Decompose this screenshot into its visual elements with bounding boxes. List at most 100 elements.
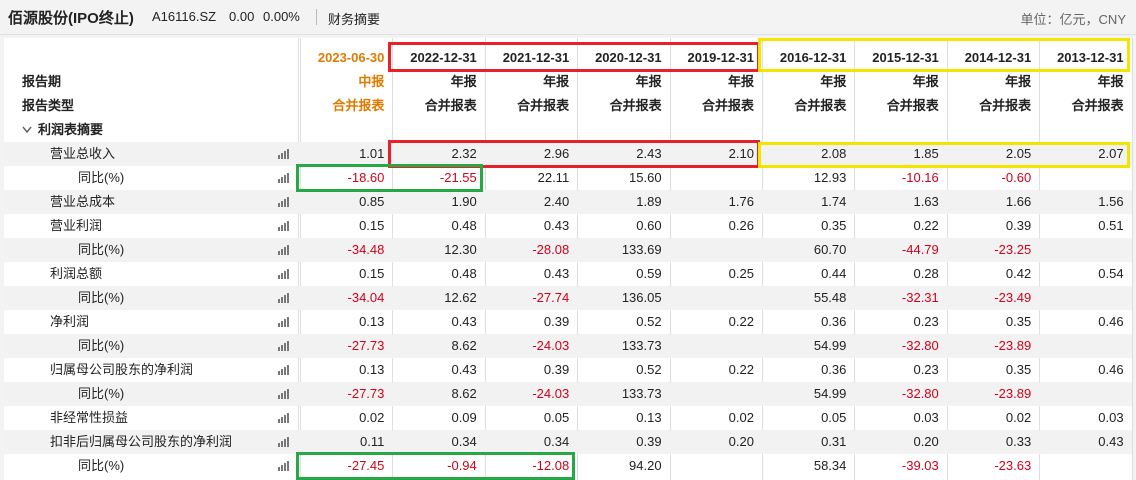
row-label: 非经常性损益 bbox=[50, 410, 129, 425]
table-cell: -23.49 bbox=[994, 290, 1032, 305]
table-row: 同比(%) -27.73 8.62 -24.03 133.73 54.99 -32.80 -2… bbox=[4, 382, 1132, 406]
table-cell: -27.73 bbox=[347, 386, 385, 401]
table-cell bbox=[1039, 382, 1131, 406]
table-cell: 0.35 bbox=[1005, 362, 1032, 377]
table-cell: 0.52 bbox=[636, 362, 662, 377]
header-cell-period: 中报 bbox=[358, 74, 385, 89]
header-cell-date[interactable]: 2014-12-31 bbox=[947, 46, 1039, 70]
table-cell: 1.76 bbox=[728, 194, 754, 209]
table-cell: 0.35 bbox=[1005, 314, 1032, 329]
divider bbox=[316, 9, 317, 25]
table-cell: 0.43 bbox=[543, 218, 570, 233]
header-cell-date[interactable]: 2020-12-31 bbox=[577, 46, 669, 70]
table-row: 营业利润 0.15 0.48 0.43 0.60 0.26 0.35 0.22 0.39 0.51 bbox=[4, 214, 1132, 238]
table-cell: -12.08 bbox=[532, 458, 570, 473]
section-row-income-statement[interactable]: 利润表摘要 bbox=[4, 118, 1132, 142]
table-cell bbox=[670, 238, 762, 262]
unit-label: 单位：亿元，CNY bbox=[1020, 12, 1126, 27]
bar-chart-icon[interactable] bbox=[278, 341, 290, 351]
table-cell: 0.15 bbox=[359, 218, 385, 233]
financial-summary-panel: 2023-06-30 2022-12-31 2021-12-31 2020-12-31… bbox=[4, 38, 1133, 480]
header-cell-period: 年报 bbox=[1097, 74, 1124, 89]
row-label: 同比(%) bbox=[78, 170, 125, 185]
stock-change-pct: 0.00% bbox=[263, 9, 300, 24]
table-cell: 0.20 bbox=[728, 434, 754, 449]
row-label: 利润总额 bbox=[50, 266, 103, 281]
table-cell: -10.16 bbox=[901, 170, 939, 185]
table-cell bbox=[670, 382, 762, 406]
bar-chart-icon[interactable] bbox=[278, 245, 290, 255]
table-row: 营业总成本 0.85 1.90 2.40 1.89 1.76 1.74 1.63 1.66 1.5… bbox=[4, 190, 1132, 214]
table-cell: 0.39 bbox=[543, 314, 570, 329]
table-cell: 12.62 bbox=[444, 290, 477, 305]
table-cell: -21.55 bbox=[439, 170, 477, 185]
row-label: 净利润 bbox=[50, 314, 90, 329]
bar-chart-icon[interactable] bbox=[278, 197, 290, 207]
header-cell-period: 年报 bbox=[635, 74, 662, 89]
header-label-type: 报告类型 bbox=[22, 98, 75, 113]
bar-chart-icon[interactable] bbox=[278, 437, 290, 447]
table-cell: 0.44 bbox=[821, 266, 847, 281]
table-cell bbox=[1039, 166, 1131, 190]
chevron-down-icon[interactable] bbox=[22, 118, 32, 142]
header-cell-period: 年报 bbox=[912, 74, 939, 89]
table-cell: 0.43 bbox=[451, 314, 477, 329]
table-cell: 0.39 bbox=[1005, 218, 1032, 233]
table-cell: 0.11 bbox=[360, 434, 385, 449]
table-cell: 0.02 bbox=[359, 410, 385, 425]
header-cell-type: 合并报表 bbox=[1071, 98, 1124, 113]
bar-chart-icon[interactable] bbox=[278, 317, 290, 327]
section-label: 利润表摘要 bbox=[38, 122, 104, 137]
header-cell-date[interactable]: 2021-12-31 bbox=[485, 46, 577, 70]
table-cell: 0.60 bbox=[636, 218, 662, 233]
header-cell-period: 年报 bbox=[820, 74, 847, 89]
table-row: 同比(%) -18.60 -21.55 22.11 15.60 12.93 -10.16 -0… bbox=[4, 166, 1132, 190]
table-cell: 2.10 bbox=[728, 146, 754, 161]
table-cell: 1.66 bbox=[1005, 194, 1032, 209]
row-label: 同比(%) bbox=[78, 386, 125, 401]
table-row: 净利润 0.13 0.43 0.39 0.52 0.22 0.36 0.23 0.35 0.46 bbox=[4, 310, 1132, 334]
table-cell: 2.40 bbox=[543, 194, 570, 209]
table-cell bbox=[670, 334, 762, 358]
table-cell: -23.89 bbox=[994, 338, 1032, 353]
table-cell: 2.32 bbox=[451, 146, 477, 161]
header-cell-date[interactable]: 2013-12-31 bbox=[1039, 46, 1131, 70]
table-cell: 1.85 bbox=[913, 146, 939, 161]
header-row-date: 2023-06-30 2022-12-31 2021-12-31 2020-12-31… bbox=[4, 46, 1132, 70]
bar-chart-icon[interactable] bbox=[278, 269, 290, 279]
table-row: 归属母公司股东的净利润 0.13 0.43 0.39 0.52 0.22 0.36 0.23 0… bbox=[4, 358, 1132, 382]
header-cell-type: 合并报表 bbox=[332, 98, 385, 113]
table-cell: 54.99 bbox=[813, 386, 847, 401]
bar-chart-icon[interactable] bbox=[278, 365, 290, 375]
table-cell: 133.73 bbox=[621, 386, 662, 401]
table-cell: 0.43 bbox=[451, 362, 477, 377]
bar-chart-icon[interactable] bbox=[278, 293, 290, 303]
header-cell-period: 年报 bbox=[543, 74, 570, 89]
table-cell: 0.85 bbox=[359, 194, 385, 209]
bar-chart-icon[interactable] bbox=[278, 173, 290, 183]
table-cell: 0.35 bbox=[821, 218, 847, 233]
table-cell: -24.03 bbox=[532, 338, 570, 353]
table-cell: 0.13 bbox=[636, 410, 662, 425]
table-cell: 1.74 bbox=[821, 194, 847, 209]
table-cell: -23.89 bbox=[994, 386, 1032, 401]
table-cell: 0.22 bbox=[728, 362, 754, 377]
table-cell: -44.79 bbox=[901, 242, 939, 257]
header-cell-date[interactable]: 2023-06-30 bbox=[300, 46, 392, 70]
header-cell-date[interactable]: 2019-12-31 bbox=[670, 46, 762, 70]
bar-chart-icon[interactable] bbox=[278, 389, 290, 399]
table-cell: 0.28 bbox=[913, 266, 939, 281]
header-cell-date[interactable]: 2016-12-31 bbox=[762, 46, 854, 70]
bar-chart-icon[interactable] bbox=[278, 461, 290, 471]
header-cell-type: 合并报表 bbox=[701, 98, 754, 113]
header-cell-date[interactable]: 2022-12-31 bbox=[392, 46, 484, 70]
table-cell bbox=[1039, 454, 1131, 478]
table-cell: 0.33 bbox=[1005, 434, 1032, 449]
header-cell-date[interactable]: 2015-12-31 bbox=[854, 46, 946, 70]
table-cell: 0.39 bbox=[543, 362, 570, 377]
row-label: 同比(%) bbox=[78, 338, 125, 353]
bar-chart-icon[interactable] bbox=[278, 149, 290, 159]
bar-chart-icon[interactable] bbox=[278, 221, 290, 231]
bar-chart-icon[interactable] bbox=[278, 413, 290, 423]
table-cell: -32.31 bbox=[901, 290, 939, 305]
